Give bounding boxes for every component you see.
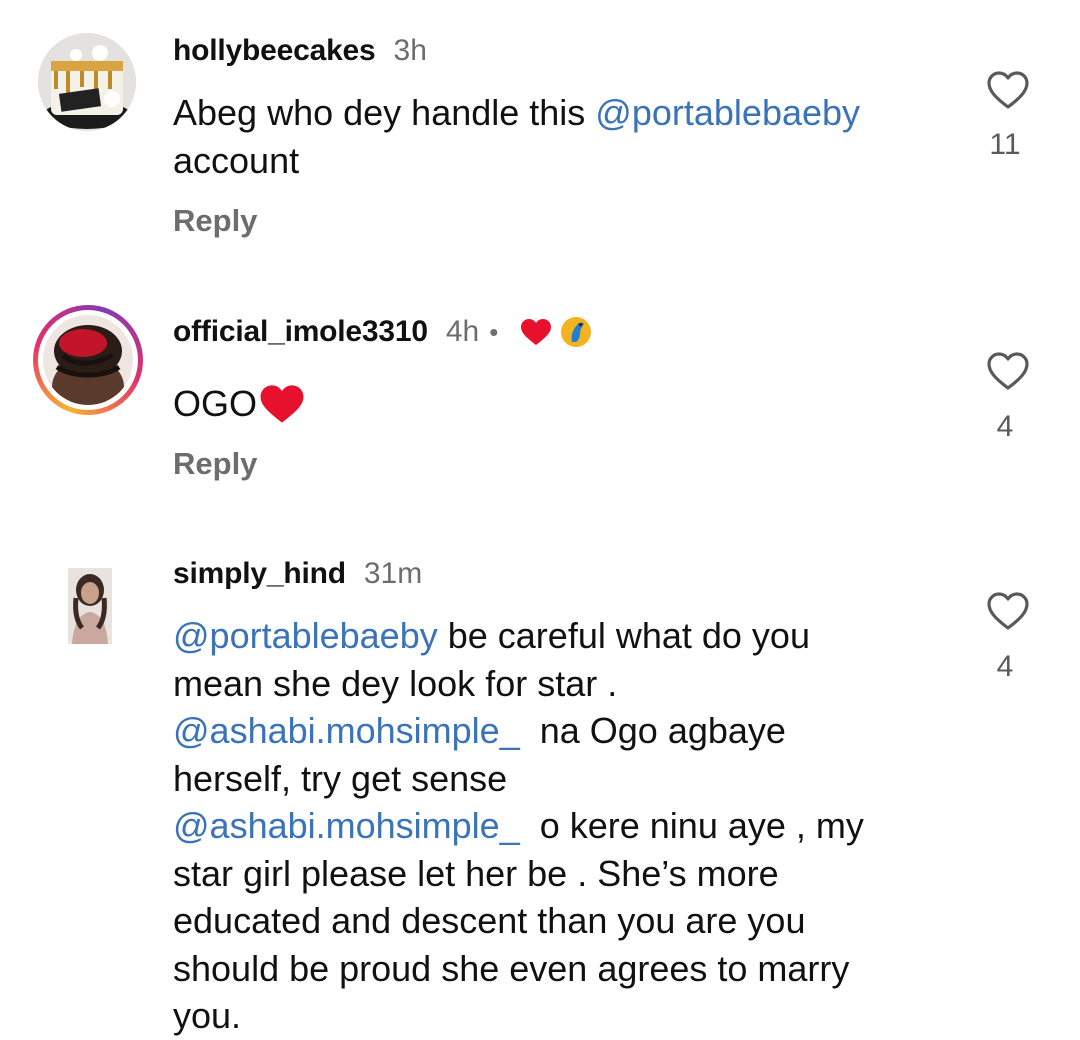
timestamp: 31m [363,557,423,590]
mention-link[interactable]: @ashabi.mohsimple_ [173,710,520,751]
comment-text: @portablebaeby be careful what do you me… [173,612,943,1040]
comment-text-part: star girl please let her be . She’s more [173,852,779,894]
comment-text-part: educated and descent than you are you [173,900,806,941]
like-button[interactable] [983,591,1033,636]
avatar[interactable] [68,568,112,644]
comment-text-part: o kere ninu aye , my [519,805,864,846]
comment-header: simply_hind 31m [173,556,422,592]
like-count: 4 [996,650,1014,683]
comment-text-part: should be proud she even agrees to marry [173,947,850,989]
comment-text-part: herself, try get sense [173,757,508,799]
mention-link[interactable]: @ashabi.mohsimple_ [173,805,520,846]
username[interactable]: simply_hind [173,556,346,592]
mention-link[interactable]: @portablebaeby [173,615,438,656]
comment-item: simply_hind 31m @portablebaeby be carefu… [0,0,1080,1040]
heart-outline-icon [987,592,1029,630]
comment-text-part: be careful what do you [437,615,810,656]
profile-photo-icon [68,568,112,644]
comment-text-part: you. [173,995,242,1036]
comment-text-part: na Ogo agbaye [519,710,786,751]
comment-text-part: mean she dey look for star . [173,662,618,704]
